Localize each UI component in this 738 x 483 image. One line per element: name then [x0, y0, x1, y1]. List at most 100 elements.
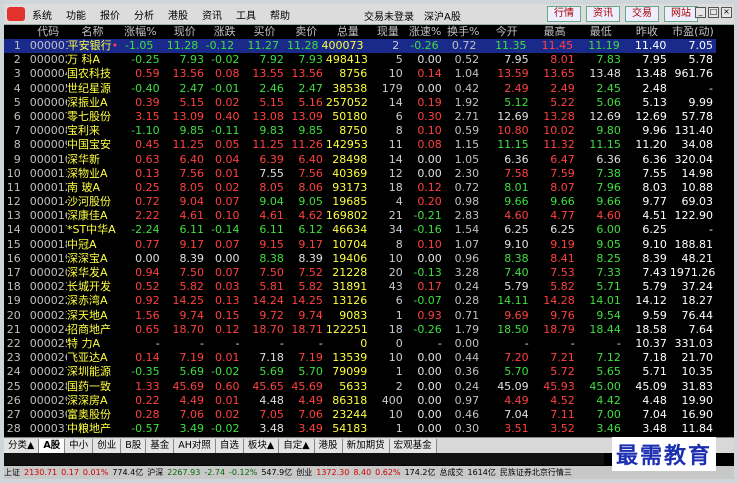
table-row[interactable]: 5 000006深振业A 0.39 5.15 0.02 5.15 5.16257052 14 0…	[4, 96, 716, 110]
row-index: 9	[13, 152, 21, 166]
col-header-current-volume[interactable]: 现量	[370, 25, 405, 39]
open-price: 7.58	[504, 166, 529, 180]
table-row[interactable]: 11 000012南 玻A 0.25 8.05 0.02 8.05 8.06 93173 18 0…	[4, 181, 716, 195]
table-row[interactable]: 25 000028国药一致 1.33 45.69 0.60 45.65 45.69 5633 2…	[4, 380, 716, 394]
menu-help[interactable]: 帮助	[263, 7, 297, 22]
table-row[interactable]: 6 000007零七股份 3.15 13.09 0.40 13.08 13.09 50180 6…	[4, 110, 716, 124]
table-row[interactable]: 20 000023深天地A 1.56 9.74 0.15 9.72 9.74 9083 1 0.9…	[4, 309, 716, 323]
col-header-ask[interactable]: 卖价	[287, 25, 326, 39]
table-row[interactable]: 7 000008宝利来 -1.10 9.85 -0.11 9.83 9.85 8750 8 0.1…	[4, 124, 716, 138]
maximize-button[interactable]: □	[708, 7, 719, 18]
tab-macro-fund[interactable]: 宏观基金	[389, 438, 437, 453]
col-header-open[interactable]: 今开	[482, 25, 532, 39]
turnover-pct: 0.72	[454, 180, 480, 194]
table-row[interactable]: 18 000021长城开发 0.52 5.82 0.03 5.81 5.82 31891 43 0…	[4, 280, 716, 294]
menu-function[interactable]: 功能	[59, 7, 93, 22]
table-row[interactable]: 21 000024招商地产 0.65 18.70 0.12 18.70 18.7112225…	[4, 323, 716, 337]
menu-analysis[interactable]: 分析	[127, 7, 161, 22]
tab-chinext[interactable]: 创业	[93, 438, 122, 453]
table-row[interactable]: 9 000010深华新 0.63 6.40 0.04 6.39 6.40 28498 14 0.0…	[4, 153, 716, 167]
tab-hk[interactable]: 港股	[314, 438, 343, 453]
col-header-code[interactable]: 代码	[24, 25, 67, 39]
low-price: 7.12	[596, 351, 621, 365]
col-header-price[interactable]: 现价	[163, 25, 207, 39]
close-button[interactable]: ×	[721, 7, 732, 18]
website-button[interactable]: 网站	[664, 6, 698, 22]
open-price: 45.09	[497, 379, 529, 393]
table-row[interactable]: 27 000030富奥股份 0.28 7.06 0.02 7.05 7.06 23244 10 0…	[4, 408, 716, 422]
table-row[interactable]: 24 000027深圳能源 -0.35 5.69 -0.02 5.69 5.70 79099 1…	[4, 365, 716, 379]
table-row[interactable]: 13 000016深康佳A 2.22 4.61 0.10 4.61 4.62169802 21…	[4, 209, 716, 223]
col-header-prev-close[interactable]: 昨收	[624, 25, 670, 39]
tab-sme[interactable]: 中小	[65, 438, 94, 453]
turnover-pct: 0.36	[454, 365, 480, 379]
change: 0.10	[215, 209, 240, 223]
table-row[interactable]: 4 000005世纪星源 -0.40 2.47 -0.01 2.46 2.47 38538 17…	[4, 82, 716, 96]
col-header-volume[interactable]: 总量	[326, 25, 370, 39]
tab-a-share[interactable]: A股	[39, 438, 66, 453]
tab-sector[interactable]: 板块▲	[243, 438, 280, 453]
tab-futures[interactable]: 新加期货	[342, 438, 390, 453]
speed-pct: 0.00	[417, 365, 442, 379]
turnover-pct: 1.04	[454, 67, 480, 81]
col-header-change-pct[interactable]: 涨幅%	[118, 25, 162, 39]
col-header-low[interactable]: 最低	[578, 25, 624, 39]
menu-quote[interactable]: 报价	[93, 7, 127, 22]
col-header-speed[interactable]: 涨速%	[406, 25, 445, 39]
quote-mode-button[interactable]: 行情	[547, 6, 581, 22]
trade-login-status[interactable]: 交易未登录	[364, 8, 414, 23]
change-pct: 0.59	[135, 67, 160, 81]
ask-price: 4.49	[298, 393, 323, 407]
volume: 8750	[339, 124, 368, 138]
menu-hk[interactable]: 港股	[161, 7, 195, 22]
turnover-pct: 0.52	[454, 53, 480, 67]
col-header-high[interactable]: 最高	[532, 25, 578, 39]
menu-tools[interactable]: 工具	[229, 7, 263, 22]
tab-watchlist[interactable]: 自选	[215, 438, 244, 453]
tab-category[interactable]: 分类▲	[4, 438, 40, 453]
table-row[interactable]: 26 000029深深房A 0.22 4.49 0.01 4.48 4.49 86318 400…	[4, 394, 716, 408]
high-price: 5.82	[550, 280, 575, 294]
menu-info[interactable]: 资讯	[195, 7, 229, 22]
pe-ratio: 7.64	[688, 322, 714, 336]
table-row[interactable]: 19 000022深赤湾A 0.92 14.25 0.13 14.24 14.25 13126…	[4, 294, 716, 308]
table-row[interactable]: 16 000019深深宝A 0.00 8.39 0.00 8.38 8.39 19406 10 0…	[4, 252, 716, 266]
menu-system[interactable]: 系统	[25, 7, 59, 22]
table-row[interactable]: 28 000031中粮地产 -0.57 3.49 -0.02 3.48 3.49 54183 1…	[4, 422, 716, 435]
tab-b-share[interactable]: B股	[121, 438, 147, 453]
tab-custom[interactable]: 自定▲	[279, 438, 315, 453]
change-pct: 1.56	[135, 308, 160, 322]
col-header-pe[interactable]: 市盈(动)	[670, 25, 716, 39]
volume: 19406	[332, 251, 368, 265]
table-row[interactable]: 10 000011深物业A 0.13 7.56 0.01 7.55 7.56 40369 12 0…	[4, 167, 716, 181]
window-controls: _ □ ×	[695, 7, 732, 18]
table-row[interactable]: 17 000020深华发A 0.94 7.50 0.07 7.50 7.52 21228 20-…	[4, 266, 716, 280]
speed-pct: 0.12	[417, 180, 442, 194]
table-row[interactable]: 2000002万 科A-0.257.93-0.027.927.934984135…	[4, 53, 716, 67]
table-row[interactable]: 3 000004国农科技 0.59 13.56 0.08 13.55 13.56 8756 10…	[4, 67, 716, 81]
table-row[interactable]: 8 000009中国宝安 0.45 11.25 0.05 11.25 11.26142953…	[4, 138, 716, 152]
vertical-scrollbar[interactable]	[716, 25, 730, 435]
stock-code: 000002	[29, 53, 67, 67]
low-price: 11.19	[588, 39, 620, 52]
tab-fund[interactable]: 基金	[146, 438, 175, 453]
low-price: 7.38	[596, 166, 621, 180]
ask-price: 7.06	[298, 407, 323, 421]
price: 5.69	[179, 365, 205, 379]
trade-mode-button[interactable]: 交易	[625, 6, 659, 22]
table-row[interactable]: 12 000014沙河股份 0.72 9.04 0.07 9.04 9.05 19685 4 0.…	[4, 195, 716, 209]
table-row[interactable]: 23 000026飞亚达A 0.14 7.19 0.01 7.18 7.19 13539 10 0…	[4, 351, 716, 365]
table-row[interactable]: 22000025特 力A-----00-0.00---10.37331.03	[4, 337, 716, 351]
col-header-bid[interactable]: 买价	[242, 25, 286, 39]
tab-ah-compare[interactable]: AH对照	[174, 438, 216, 453]
table-row[interactable]: 14 000017*ST中华A -2.24 6.11 -0.14 6.11 6.12 4663…	[4, 223, 716, 237]
col-header-change[interactable]: 涨跌	[207, 25, 242, 39]
table-row[interactable]: 1000001平安银行•-1.0511.28-0.1211.2711.28400…	[4, 39, 716, 54]
low-price: 9.54	[596, 308, 621, 322]
table-row[interactable]: 15 000018中冠A 0.77 9.17 0.07 9.15 9.17 10704 8 0.1…	[4, 238, 716, 252]
volume: 13539	[332, 351, 368, 365]
minimize-button[interactable]: _	[695, 7, 706, 18]
info-mode-button[interactable]: 资讯	[586, 6, 620, 22]
col-header-turnover[interactable]: 换手%	[445, 25, 482, 39]
col-header-name[interactable]: 名称	[67, 25, 118, 39]
